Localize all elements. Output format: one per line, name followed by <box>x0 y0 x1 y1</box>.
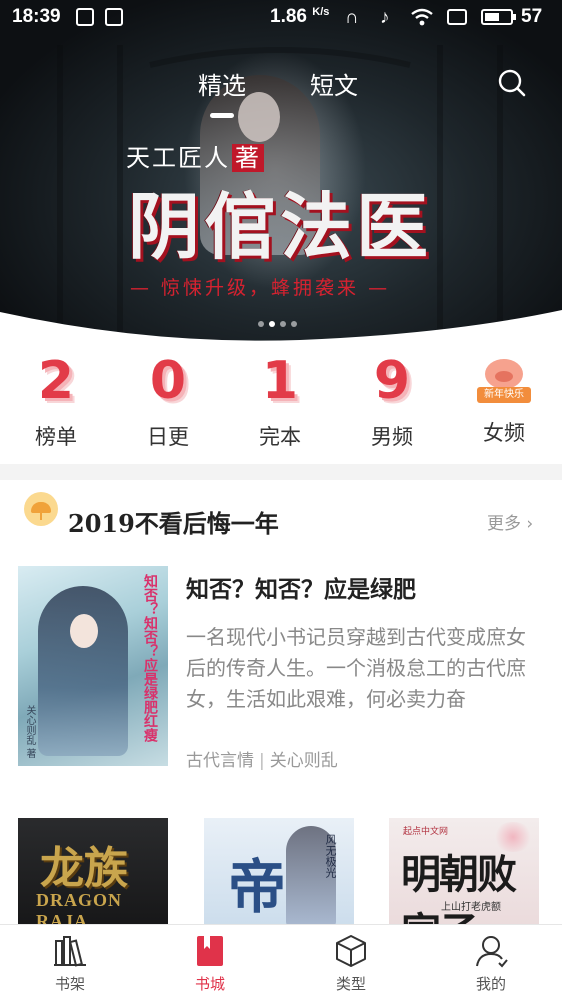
quick-item-male-channel[interactable]: 9 男频 <box>336 345 448 451</box>
chevron-right-icon: › <box>521 514 534 534</box>
featured-book-cover[interactable]: 知否？知否？应是绿肥红瘦 关心则乱 著 <box>18 566 168 766</box>
carousel-dots[interactable] <box>258 321 297 327</box>
profile-icon <box>476 936 508 968</box>
section-header: 2019不看后悔一年 更多 › <box>0 490 562 546</box>
quick-item-rankings[interactable]: 2 榜单 <box>0 345 112 451</box>
tab-active-indicator <box>210 113 234 118</box>
tab-featured[interactable]: 精选 <box>198 66 246 101</box>
meta-separator: | <box>259 751 265 771</box>
carousel-dot[interactable] <box>291 321 297 327</box>
search-icon[interactable] <box>497 68 527 98</box>
daily-2019-glyph-icon: 0 <box>149 351 187 411</box>
status-time: 18:39 <box>12 6 61 27</box>
nav-label: 书城 <box>194 975 225 993</box>
cover-title: 知否？知否？应是绿肥红瘦 <box>142 574 158 742</box>
banner-tagline: — 惊悚升级，蜂拥袭来 — <box>130 277 391 299</box>
hero-banner[interactable]: 天工匠人著 阴倌法医 — 惊悚升级，蜂拥袭来 — <box>0 0 562 345</box>
pig-snout-shape <box>495 371 513 382</box>
quick-category-nav: 2 榜单 0 日更 1 完本 9 男频 新年快乐 女频 <box>0 345 562 463</box>
book-cover-ming-dynasty[interactable]: 起点中文网 明朝败家子 上山打老虎额 <box>389 818 539 926</box>
more-label: 更多 <box>487 514 521 534</box>
section-divider <box>0 464 562 480</box>
book-cover-subtitle: 风无极光 <box>324 834 337 878</box>
book-cover-dragon-raja[interactable]: 龙族 DRAGON RAJA <box>18 818 168 926</box>
book-author: 关心则乱 <box>269 751 338 771</box>
banner-title: 阴倌法医 <box>128 184 433 269</box>
quick-item-label: 榜单 <box>35 425 77 449</box>
status-speed-value: 1.86 <box>270 6 307 27</box>
quick-item-label: 女频 <box>483 421 525 445</box>
bookshelf-icon <box>54 936 86 967</box>
status-network-speed: 1.86 K/s <box>270 6 329 28</box>
featured-book-meta: 古代言情 | 关心则乱 <box>186 746 338 771</box>
nav-profile[interactable]: 我的 <box>421 925 561 1000</box>
quick-item-label: 日更 <box>147 425 189 449</box>
notification-bell-icon <box>76 8 94 26</box>
nav-bookshelf[interactable]: 书架 <box>0 925 140 1000</box>
status-speed-unit: K/s <box>312 6 330 18</box>
book-cover-title: 帝 <box>228 853 287 921</box>
rankings-2019-glyph-icon: 2 <box>37 351 75 411</box>
mute-bell-icon: ♪ <box>380 7 390 28</box>
book-cover-title: 明朝败家子 <box>401 851 517 926</box>
battery-level-fill <box>485 13 499 21</box>
book-cover-subtitle: DRAGON RAJA <box>36 890 122 926</box>
featured-book[interactable]: 知否？知否？应是绿肥红瘦 关心则乱 著 知否？知否？应是绿肥 一名现代小书记员穿… <box>0 560 562 771</box>
cover-face-illustration <box>70 614 98 648</box>
top-tabs: 精选 短文 <box>0 66 562 106</box>
battery-icon <box>481 9 516 25</box>
quick-item-female-channel[interactable]: 新年快乐 女频 <box>448 345 560 447</box>
book-cover-author: 上山打老虎额 <box>441 902 501 913</box>
book-genre: 古代言情 <box>186 751 254 771</box>
bookstore-icon <box>197 936 223 966</box>
more-link[interactable]: 更多 › <box>487 509 533 534</box>
nav-category[interactable]: 类型 <box>281 925 421 1000</box>
nav-label: 类型 <box>335 975 366 993</box>
featured-book-description: 一名现代小书记员穿越到古代变成庶女后的传奇人生。一个消极怠工的古代庶女，生活如此… <box>186 625 526 711</box>
carousel-dot-active[interactable] <box>269 321 275 327</box>
carousel-dot[interactable] <box>258 321 264 327</box>
book-row: 龙族 DRAGON RAJA 帝 风无极光 起点中文网 明朝败家子 上山打老虎额 <box>0 818 562 926</box>
bottom-nav: 书架 书城 类型 我的 <box>0 924 562 1000</box>
completed-2019-glyph-icon: 1 <box>261 351 299 411</box>
screen-rotation-icon <box>447 9 467 25</box>
quick-item-daily-updates[interactable]: 0 日更 <box>112 345 224 451</box>
nav-label: 我的 <box>475 975 506 993</box>
status-bar: 18:39 1.86 K/s ∩ ♪ 57 <box>0 0 562 34</box>
wifi-icon <box>411 8 433 26</box>
battery-percent: 57 <box>521 6 543 27</box>
cover-figure-illustration <box>38 586 128 756</box>
quick-item-label: 完本 <box>259 425 301 449</box>
tab-short-stories[interactable]: 短文 <box>310 66 358 101</box>
section-title: 2019不看后悔一年 <box>68 509 279 538</box>
category-cube-icon <box>336 935 366 967</box>
male-channel-2019-glyph-icon: 9 <box>373 351 411 411</box>
nav-label: 书架 <box>54 975 85 993</box>
notification-message-icon <box>105 8 123 26</box>
cover-author: 关心则乱 著 <box>24 704 35 758</box>
carousel-dot[interactable] <box>280 321 286 327</box>
umbrella-icon <box>24 492 58 526</box>
featured-book-title[interactable]: 知否？知否？应是绿肥 <box>186 570 416 604</box>
book-cover-publisher: 起点中文网 <box>403 827 449 837</box>
new-year-ribbon: 新年快乐 <box>477 387 531 403</box>
quick-item-label: 男频 <box>371 425 413 449</box>
headphones-icon: ∩ <box>345 7 359 28</box>
new-year-pig-icon: 新年快乐 <box>477 359 531 405</box>
quick-item-completed[interactable]: 1 完本 <box>224 345 336 451</box>
nav-bookstore[interactable]: 书城 <box>140 925 280 1000</box>
book-cover-title: 龙族 <box>40 843 128 894</box>
book-cover-emperor[interactable]: 帝 风无极光 <box>204 818 354 926</box>
